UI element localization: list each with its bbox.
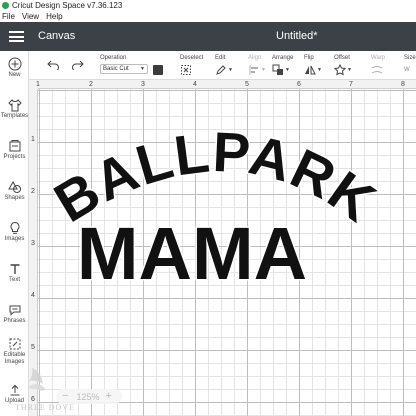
hamburger-menu-icon[interactable] [9, 31, 24, 42]
ruler-top-num: 6 [297, 81, 301, 88]
chevron-down-icon: ▼ [140, 66, 145, 72]
ruler-left-num: 2 [31, 188, 35, 195]
rail-item-templates[interactable]: Templates [0, 98, 29, 120]
edit-toolbar: Operation Basic Cut ▼ Deselect Edit ▼ Al… [29, 51, 416, 80]
ruler-top-num: 3 [141, 81, 145, 88]
design-canvas[interactable]: BALLPARK MAMA [38, 89, 416, 416]
rail-item-text[interactable]: Text [0, 262, 29, 284]
design-text-mama[interactable]: MAMA [75, 211, 308, 297]
menu-bar: File View Help [0, 11, 416, 22]
size-group[interactable]: Size W [404, 55, 416, 76]
rail-item-phrases[interactable]: Phrases [0, 303, 29, 325]
editable-image-icon [9, 338, 20, 350]
ruler-left-num: 5 [31, 344, 35, 351]
ruler-left-num: 1 [31, 136, 35, 143]
ruler-top-num: 2 [89, 81, 93, 88]
offset-icon [334, 64, 346, 76]
flip-caret-icon: ▼ [317, 67, 322, 73]
rail-label-phrases: Phrases [3, 318, 26, 324]
speech-bubble-icon [9, 305, 20, 316]
rail-item-new[interactable]: New [0, 57, 29, 79]
align-icon [249, 65, 258, 75]
window-title: Cricut Design Space v7.36.123 [12, 1, 123, 10]
text-icon [10, 264, 19, 274]
undo-icon[interactable] [47, 60, 60, 70]
flip-label: Flip [304, 55, 314, 61]
rail-label-templates: Templates [0, 113, 29, 119]
arrange-caret-icon: ▼ [285, 67, 290, 73]
header-section-title: Canvas [38, 30, 76, 42]
projects-icon [9, 140, 20, 152]
size-label: Size [404, 55, 416, 61]
shapes-icon [7, 180, 21, 193]
flip-group[interactable]: Flip ▼ [304, 55, 322, 76]
ruler-left-num: 3 [31, 240, 35, 247]
operation-value: Basic Cut [103, 66, 129, 72]
warp-icon [371, 66, 383, 74]
edit-group[interactable]: Edit ▼ [215, 55, 233, 76]
offset-label: Offset [334, 55, 350, 61]
operation-color-swatch[interactable] [153, 65, 163, 75]
align-label: Align [248, 55, 262, 61]
rail-item-shapes[interactable]: Shapes [0, 180, 29, 202]
plus-icon [8, 57, 21, 71]
arrange-label: Arrange [272, 55, 294, 61]
deselect-group[interactable]: Deselect [180, 55, 203, 76]
rail-label-new: New [8, 72, 21, 78]
rail-label-images: Images [4, 236, 25, 242]
three-dove-watermark: THREE DOVE [15, 368, 75, 412]
deselect-label: Deselect [180, 55, 204, 61]
ruler-top-num: 7 [349, 81, 353, 88]
offset-group[interactable]: Offset ▼ [334, 55, 352, 76]
menu-view[interactable]: View [22, 11, 39, 22]
offset-caret-icon: ▼ [347, 67, 352, 73]
zoom-value: 125% [76, 391, 100, 402]
operation-select[interactable]: Basic Cut ▼ [100, 64, 148, 74]
warp-group: Warp [371, 55, 385, 76]
ruler-top-num: 5 [245, 81, 249, 88]
ruler-top-num: 8 [401, 81, 405, 88]
title-bar: Cricut Design Space v7.36.123 [0, 0, 416, 11]
cricut-design-space-window: Cricut Design Space v7.36.123 File View … [0, 0, 416, 416]
edit-label: Edit [215, 55, 226, 61]
redo-icon[interactable] [71, 60, 84, 70]
rail-label-shapes: Shapes [4, 195, 25, 201]
menu-file[interactable]: File [2, 11, 15, 22]
warp-label: Warp [371, 55, 386, 61]
pencil-icon [216, 65, 226, 75]
lightbulb-icon [10, 221, 19, 234]
watermark-text: THREE DOVE [15, 403, 75, 412]
rail-item-projects[interactable]: Projects [0, 139, 29, 161]
shirt-icon [7, 99, 22, 112]
ruler-top-num: 1 [36, 81, 40, 88]
design-artwork[interactable]: BALLPARK MAMA [38, 89, 416, 416]
deselect-icon [181, 65, 191, 75]
edit-caret-icon: ▼ [228, 67, 233, 73]
zoom-out-icon[interactable]: − [62, 389, 68, 404]
document-title[interactable]: Untitled* [276, 22, 318, 51]
rail-label-text: Text [8, 277, 20, 283]
app-header: Canvas Untitled* [0, 22, 416, 51]
arrange-group[interactable]: Arrange ▼ [272, 55, 293, 76]
zoom-in-icon[interactable]: + [105, 389, 111, 404]
zoom-control: − 125% + [56, 389, 122, 404]
operation-label: Operation [100, 55, 127, 61]
align-group: Align ▼ [248, 55, 266, 76]
rail-label-projects: Projects [3, 154, 26, 160]
arrange-icon [272, 64, 283, 75]
ruler-left-num: 4 [31, 292, 35, 299]
align-caret-icon: ▼ [261, 67, 266, 73]
ruler-top: 1 2 3 4 5 6 7 8 [36, 80, 416, 89]
flip-icon [305, 65, 316, 75]
menu-help[interactable]: Help [46, 11, 62, 22]
operation-group: Operation Basic Cut ▼ [100, 55, 148, 74]
rail-item-images[interactable]: Images [0, 221, 29, 243]
size-width-label: W [404, 67, 410, 73]
cricut-app-icon [2, 2, 9, 9]
ruler-top-num: 4 [193, 81, 197, 88]
